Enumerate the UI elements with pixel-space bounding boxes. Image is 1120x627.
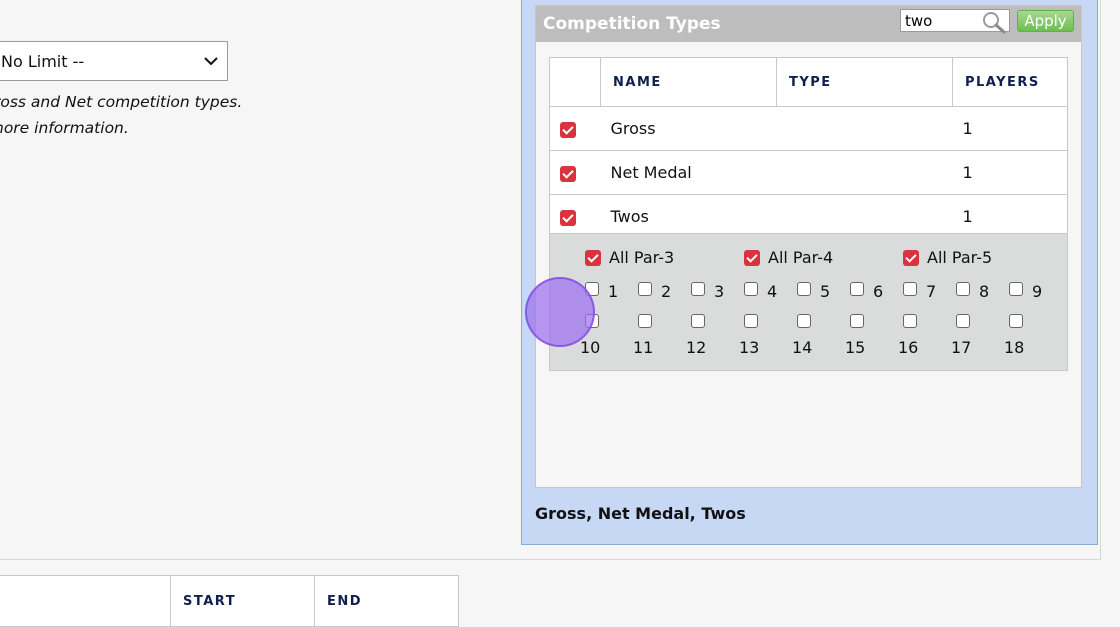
hole-18-checkbox[interactable] (1009, 314, 1023, 328)
panel-title: Competition Types (543, 14, 721, 34)
limit-select-value: No Limit -- (1, 51, 85, 71)
section-divider-right (1100, 0, 1101, 560)
hole-3-checkbox[interactable] (691, 282, 705, 296)
hole-14-checkbox[interactable] (797, 314, 811, 328)
hole-3-label: 3 (714, 282, 725, 301)
row-players: 1 (952, 150, 1068, 195)
row-players: 1 (952, 106, 1068, 151)
row-players: 1 (952, 194, 1068, 239)
gross-checkbox[interactable] (560, 121, 576, 138)
chevron-down-icon (204, 57, 218, 66)
par5-option[interactable]: All Par-5 (903, 248, 992, 267)
hole-14-label: 14 (792, 338, 813, 357)
hole-7-checkbox[interactable] (903, 282, 917, 296)
table-row: Net Medal 1 (549, 150, 1068, 195)
hole-9-label: 9 (1032, 282, 1043, 301)
players-column-header[interactable]: PLAYERS (952, 57, 1068, 107)
par5-label: All Par-5 (927, 248, 993, 267)
row-name: Gross (600, 106, 953, 151)
lower-table: START END (0, 575, 459, 627)
row-checkbox-cell (549, 106, 601, 151)
section-divider (0, 559, 1100, 560)
hole-8-label: 8 (979, 282, 990, 301)
selected-summary: Gross, Net Medal, Twos (535, 504, 746, 523)
hole-16-checkbox[interactable] (903, 314, 917, 328)
twos-checkbox[interactable] (560, 209, 576, 226)
hole-9-checkbox[interactable] (1009, 282, 1023, 296)
hole-10-label: 10 (580, 338, 601, 357)
start-column-header[interactable]: START (170, 575, 315, 627)
par3-label: All Par-3 (609, 248, 675, 267)
hole-1-label: 1 (608, 282, 619, 301)
hole-8-checkbox[interactable] (956, 282, 970, 296)
hole-15-label: 15 (845, 338, 866, 357)
cursor-indicator (525, 277, 595, 347)
limit-select[interactable]: No Limit -- (0, 41, 228, 81)
panel-header: Competition Types Apply (536, 6, 1081, 42)
hole-12-label: 12 (686, 338, 707, 357)
hole-4-label: 4 (767, 282, 778, 301)
hole-11-label: 11 (633, 338, 654, 357)
competition-types-panel: Competition Types Apply NAME TYPE PLAYER… (521, 0, 1098, 545)
hole-18-label: 18 (1004, 338, 1025, 357)
select-column-header (549, 57, 601, 107)
hole-2-checkbox[interactable] (638, 282, 652, 296)
twos-hole-options: All Par-3 All Par-4 All Par-5 1234567891… (549, 233, 1068, 371)
hole-2-label: 2 (661, 282, 672, 301)
help-note-line-2: nore information. (0, 119, 129, 137)
apply-button[interactable]: Apply (1017, 10, 1074, 32)
row-checkbox-cell (549, 194, 601, 239)
search-icon[interactable] (981, 10, 1007, 34)
hole-4-checkbox[interactable] (744, 282, 758, 296)
par4-option[interactable]: All Par-4 (744, 248, 833, 267)
hole-7-label: 7 (926, 282, 937, 301)
hole-15-checkbox[interactable] (850, 314, 864, 328)
hole-13-label: 13 (739, 338, 760, 357)
par3-option[interactable]: All Par-3 (585, 248, 674, 267)
hole-17-label: 17 (951, 338, 972, 357)
competition-table: NAME TYPE PLAYERS Gross 1 Net Medal 1 Tw… (549, 57, 1068, 239)
help-note-line-1: ross and Net competition types. (0, 93, 243, 111)
end-column-header[interactable]: END (314, 575, 459, 627)
par4-label: All Par-4 (768, 248, 834, 267)
hole-13-checkbox[interactable] (744, 314, 758, 328)
type-column-header[interactable]: TYPE (776, 57, 953, 107)
net-medal-checkbox[interactable] (560, 165, 576, 182)
row-name: Twos (600, 194, 953, 239)
hole-6-checkbox[interactable] (850, 282, 864, 296)
table-row: Gross 1 (549, 106, 1068, 151)
lower-first-column-header (0, 575, 171, 627)
hole-16-label: 16 (898, 338, 919, 357)
row-name: Net Medal (600, 150, 953, 195)
hole-6-label: 6 (873, 282, 884, 301)
hole-11-checkbox[interactable] (638, 314, 652, 328)
hole-17-checkbox[interactable] (956, 314, 970, 328)
par4-checkbox[interactable] (744, 249, 760, 266)
par3-checkbox[interactable] (585, 249, 601, 266)
par5-checkbox[interactable] (903, 249, 919, 266)
hole-12-checkbox[interactable] (691, 314, 705, 328)
row-checkbox-cell (549, 150, 601, 195)
competition-types-box: Competition Types Apply NAME TYPE PLAYER… (535, 5, 1082, 488)
hole-5-label: 5 (820, 282, 831, 301)
table-row: Twos 1 (549, 194, 1068, 239)
name-column-header[interactable]: NAME (600, 57, 777, 107)
hole-5-checkbox[interactable] (797, 282, 811, 296)
